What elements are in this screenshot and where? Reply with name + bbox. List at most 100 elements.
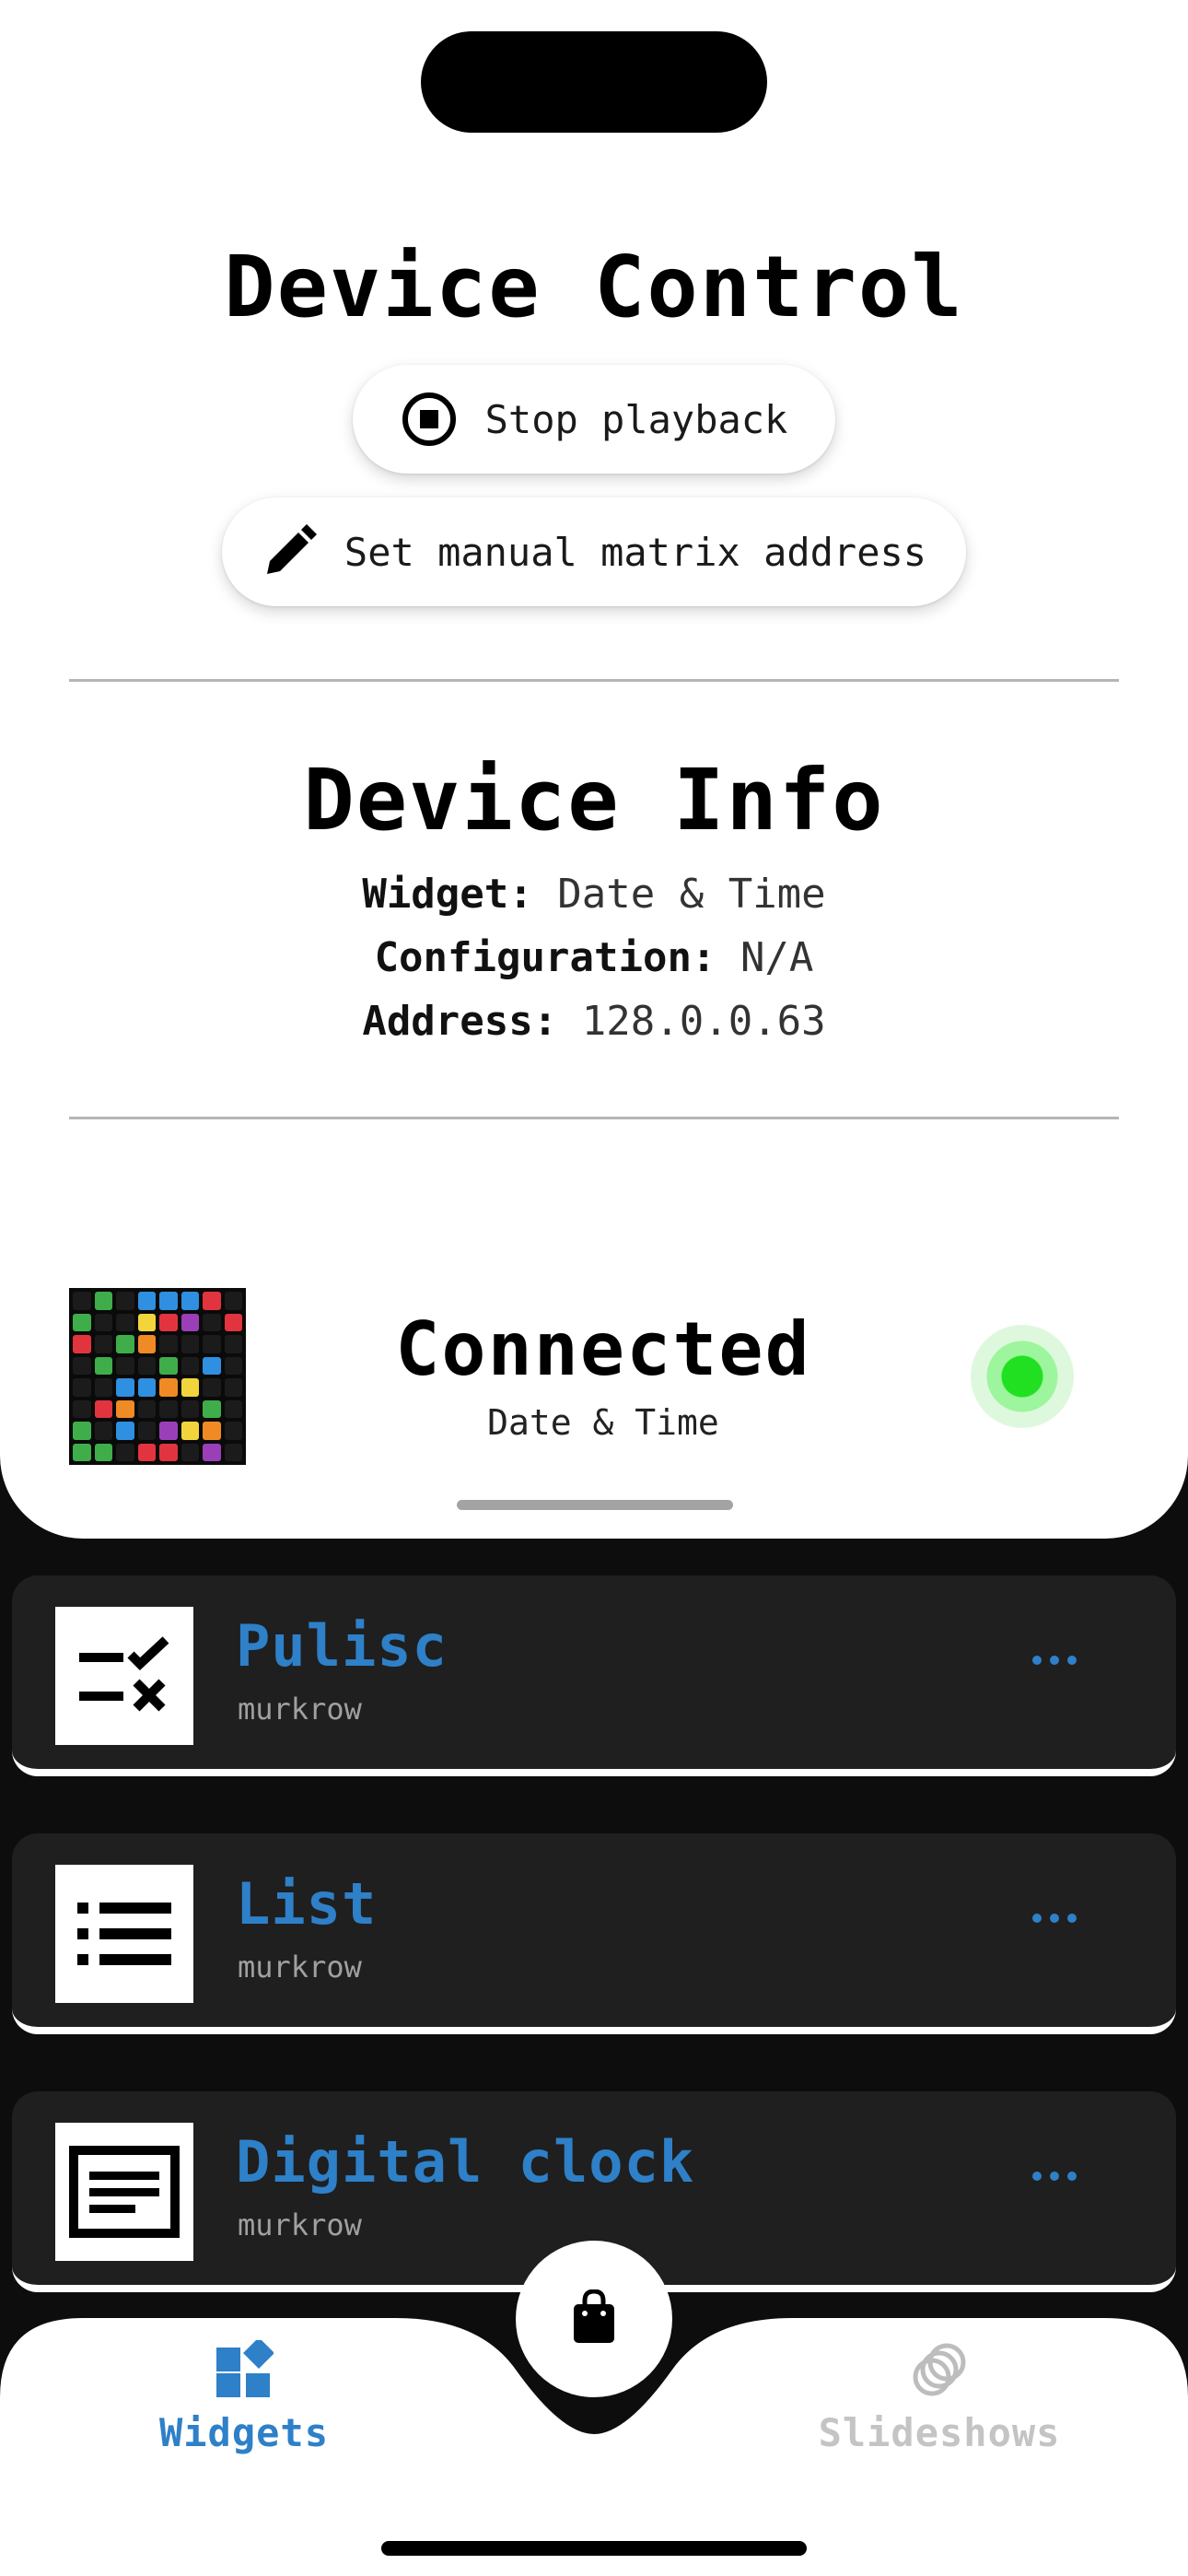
device-sheet: Device Control Stop playback Set manual …	[0, 0, 1188, 1539]
list-icon	[55, 1865, 193, 2003]
matrix-pixel	[116, 1422, 134, 1440]
widget-author: murkrow	[238, 1950, 362, 1985]
section-divider	[69, 679, 1119, 682]
matrix-pixel	[73, 1335, 91, 1353]
stop-playback-button[interactable]: Stop playback	[353, 365, 835, 474]
matrix-pixel	[159, 1399, 178, 1418]
matrix-pixel	[73, 1443, 91, 1461]
matrix-pixel	[116, 1292, 134, 1310]
matrix-pixel	[181, 1422, 199, 1440]
matrix-pixel	[181, 1292, 199, 1310]
matrix-pixel	[181, 1443, 199, 1461]
matrix-pixel	[224, 1335, 242, 1353]
digital-clock-icon	[55, 2123, 193, 2261]
more-options-icon[interactable]	[1018, 1633, 1091, 1688]
widget-author: murkrow	[238, 2207, 362, 2242]
home-indicator[interactable]	[381, 2541, 807, 2556]
matrix-pixel	[137, 1378, 156, 1397]
current-widget-label: Date & Time	[487, 1402, 719, 1443]
matrix-pixel	[137, 1356, 156, 1375]
matrix-pixel	[224, 1378, 242, 1397]
matrix-pixel	[159, 1356, 178, 1375]
widgets-icon	[215, 2337, 274, 2403]
slideshows-icon	[910, 2340, 969, 2403]
matrix-pixel	[224, 1422, 242, 1440]
matrix-pixel	[203, 1378, 221, 1397]
checklist-icon	[55, 1607, 193, 1745]
app-screen: Device Control Stop playback Set manual …	[0, 0, 1188, 2576]
matrix-pixel	[224, 1356, 242, 1375]
connection-status: Connected	[395, 1306, 811, 1392]
matrix-pixel	[137, 1443, 156, 1461]
matrix-pixel	[137, 1399, 156, 1418]
matrix-pixel	[203, 1292, 221, 1310]
matrix-pixel	[116, 1335, 134, 1353]
matrix-pixel	[181, 1313, 199, 1331]
matrix-pixel	[203, 1422, 221, 1440]
address-info-row: Address: 128.0.0.63	[0, 998, 1188, 1045]
widget-info-row: Widget: Date & Time	[0, 871, 1188, 918]
matrix-pixel	[159, 1313, 178, 1331]
matrix-pixel	[94, 1313, 112, 1331]
matrix-pixel	[94, 1335, 112, 1353]
matrix-pixel	[73, 1313, 91, 1331]
matrix-pixel	[137, 1292, 156, 1310]
more-options-icon[interactable]	[1018, 2149, 1091, 2204]
address-key: Address:	[362, 998, 558, 1045]
matrix-pixel	[73, 1292, 91, 1310]
matrix-pixel	[94, 1292, 112, 1310]
tab-widgets-label: Widgets	[158, 2410, 329, 2455]
matrix-pixel	[224, 1443, 242, 1461]
section-divider	[69, 1117, 1119, 1119]
matrix-pixel	[159, 1422, 178, 1440]
manual-address-button[interactable]: Set manual matrix address	[222, 498, 966, 606]
matrix-pixel	[224, 1313, 242, 1331]
sheet-drag-handle[interactable]	[457, 1500, 733, 1510]
matrix-pixel	[137, 1422, 156, 1440]
widget-card[interactable]: List murkrow	[12, 1833, 1176, 2034]
matrix-pixel	[116, 1443, 134, 1461]
matrix-pixel	[181, 1335, 199, 1353]
matrix-preview	[69, 1288, 246, 1465]
matrix-pixel	[159, 1378, 178, 1397]
dynamic-island	[421, 31, 767, 133]
matrix-pixel	[116, 1378, 134, 1397]
matrix-pixel	[73, 1378, 91, 1397]
matrix-pixel	[116, 1356, 134, 1375]
stop-circle-icon	[401, 391, 458, 448]
tab-widgets[interactable]: Widgets	[106, 2337, 382, 2455]
manual-address-label: Set manual matrix address	[344, 529, 927, 575]
matrix-pixel	[203, 1443, 221, 1461]
stop-playback-label: Stop playback	[484, 396, 788, 442]
device-control-title: Device Control	[224, 238, 964, 336]
matrix-pixel	[137, 1335, 156, 1353]
matrix-pixel	[159, 1335, 178, 1353]
connection-status-indicator	[971, 1325, 1074, 1428]
matrix-pixel	[203, 1313, 221, 1331]
widget-name: List	[236, 1870, 378, 1938]
matrix-pixel	[137, 1313, 156, 1331]
widget-value: Date & Time	[557, 871, 826, 918]
device-info-title: Device Info	[303, 751, 885, 849]
tab-slideshows[interactable]: Slideshows	[801, 2340, 1077, 2455]
matrix-pixel	[203, 1335, 221, 1353]
more-options-icon[interactable]	[1018, 1891, 1091, 1946]
widget-key: Widget:	[362, 871, 533, 918]
matrix-pixel	[73, 1356, 91, 1375]
matrix-pixel	[224, 1292, 242, 1310]
matrix-pixel	[159, 1292, 178, 1310]
store-button[interactable]	[516, 2241, 672, 2397]
matrix-pixel	[159, 1443, 178, 1461]
widget-name: Digital clock	[236, 2128, 695, 2195]
widget-card[interactable]: Pulisc murkrow	[12, 1575, 1176, 1776]
matrix-pixel	[73, 1422, 91, 1440]
matrix-pixel	[116, 1313, 134, 1331]
matrix-pixel	[94, 1443, 112, 1461]
matrix-pixel	[94, 1422, 112, 1440]
matrix-pixel	[94, 1356, 112, 1375]
matrix-pixel	[203, 1399, 221, 1418]
configuration-key: Configuration:	[374, 934, 716, 981]
matrix-pixel	[224, 1399, 242, 1418]
address-value: 128.0.0.63	[581, 998, 826, 1045]
matrix-pixel	[181, 1356, 199, 1375]
